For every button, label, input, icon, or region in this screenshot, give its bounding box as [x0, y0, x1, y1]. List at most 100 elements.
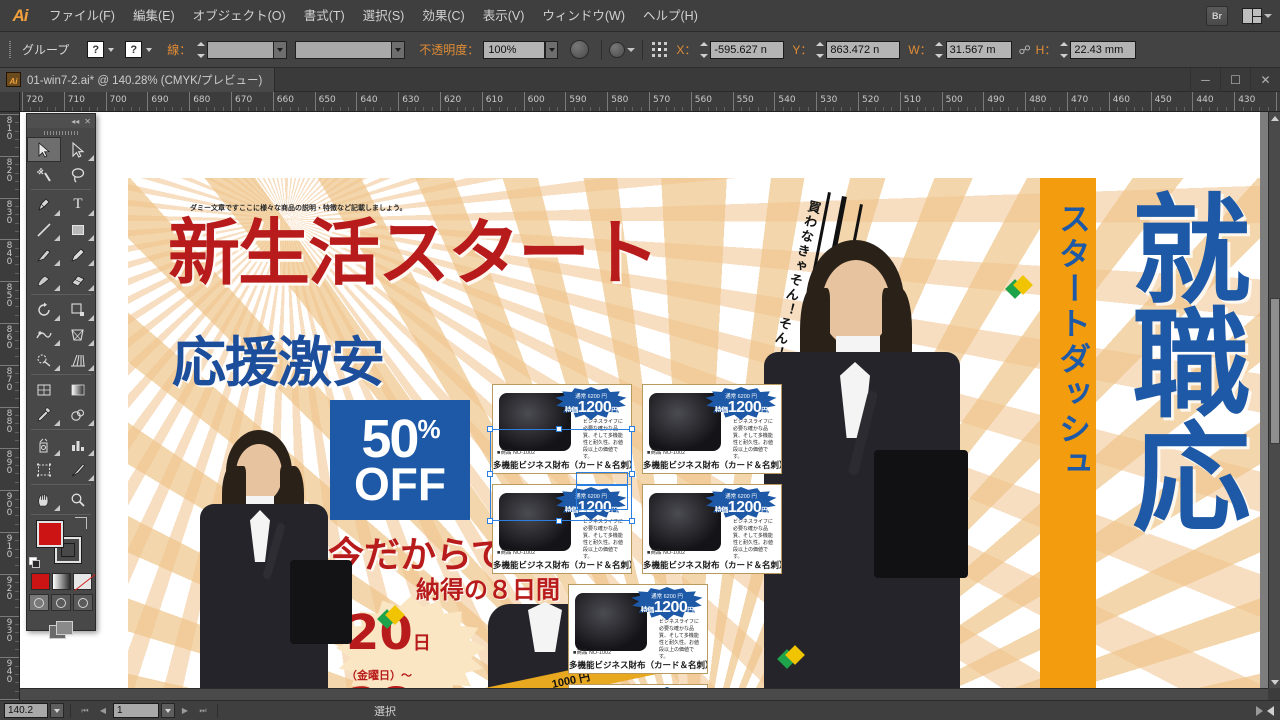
free-transform-tool[interactable]	[61, 322, 95, 347]
stroke-profile-chevron-down-icon[interactable]	[391, 41, 405, 58]
close-icon[interactable]: ✕	[1250, 67, 1280, 92]
product-card[interactable]: 通常 6200 円特価1200円ビジネスライフに必要な確かな品質、そして多機能性…	[492, 384, 632, 474]
zoom-chevron-down-icon[interactable]	[50, 703, 64, 718]
menu-select[interactable]: 選択(S)	[354, 0, 414, 32]
fill-color-swatch[interactable]	[36, 520, 64, 548]
rectangle-tool[interactable]	[61, 217, 95, 242]
lasso-tool[interactable]	[61, 162, 95, 187]
magic-wand-tool[interactable]	[27, 162, 61, 187]
maximize-icon[interactable]: ☐	[1220, 67, 1250, 92]
line-tool[interactable]	[27, 217, 61, 242]
scale-tool[interactable]	[61, 297, 95, 322]
horizontal-ruler[interactable]: 720 710 700 690 680 670 660 650 640 630 620 610 600 5…	[20, 92, 1280, 112]
pen-tool[interactable]	[27, 192, 61, 217]
selection-tool[interactable]	[27, 137, 61, 162]
scroll-down-arrow-icon[interactable]	[1269, 676, 1280, 688]
color-mode-color[interactable]	[30, 573, 50, 590]
tools-panel[interactable]: ◂◂ ✕ T	[26, 113, 96, 639]
next-page-icon[interactable]: ▶	[177, 703, 193, 718]
draw-inside-mode[interactable]	[73, 594, 93, 611]
swap-fill-stroke-icon[interactable]	[75, 517, 87, 529]
product-card[interactable]: 通常 6200 円特価1200円ビジネスライフに必要な確かな品質、そして多機能性…	[568, 584, 708, 674]
default-fill-stroke-icon[interactable]	[29, 557, 41, 569]
symbol-sprayer-tool[interactable]	[27, 432, 61, 457]
status-bar-arrows[interactable]	[1256, 705, 1280, 716]
draw-normal-mode[interactable]	[29, 594, 49, 611]
direct-selection-tool[interactable]	[61, 137, 95, 162]
opacity-mask-button[interactable]	[570, 40, 590, 59]
prev-page-icon[interactable]: ◀	[95, 703, 111, 718]
fill-stroke-controls[interactable]	[27, 517, 95, 571]
status-prev-icon[interactable]	[1267, 705, 1274, 716]
paintbrush-tool[interactable]	[27, 242, 61, 267]
zoom-level-input[interactable]: 140.2	[4, 703, 48, 718]
mesh-tool[interactable]	[27, 377, 61, 402]
collapse-panel-icon[interactable]: ◂◂	[71, 117, 79, 126]
perspective-grid-tool[interactable]	[61, 347, 95, 372]
color-mode-gradient[interactable]	[51, 573, 71, 590]
x-input[interactable]: -595.627 n	[710, 40, 785, 59]
vertical-scrollbar-thumb[interactable]	[1270, 298, 1280, 444]
gradient-tool[interactable]	[61, 377, 95, 402]
zoom-tool[interactable]	[61, 487, 95, 512]
tools-panel-grip[interactable]	[27, 128, 95, 137]
stroke-weight-stepper[interactable]	[195, 41, 206, 59]
tools-panel-header[interactable]: ◂◂ ✕	[27, 114, 95, 128]
bridge-button[interactable]: Br	[1206, 5, 1228, 26]
y-input[interactable]: 863.472 n	[826, 40, 901, 59]
screen-mode-button[interactable]	[27, 621, 95, 639]
page-chevron-down-icon[interactable]	[161, 703, 175, 718]
shape-builder-tool[interactable]	[27, 347, 61, 372]
artboard-tool[interactable]	[27, 457, 61, 482]
product-card[interactable]: 通常 6200 円特価1200円ビジネスライフに必要な確かな品質、そして多機能性…	[642, 484, 782, 574]
fill-swatch-chevron-down-icon[interactable]	[105, 41, 117, 58]
scroll-up-arrow-icon[interactable]	[1269, 112, 1280, 124]
stroke-profile-combo[interactable]	[295, 40, 406, 59]
w-stepper[interactable]	[934, 41, 945, 59]
type-tool[interactable]: T	[61, 192, 95, 217]
x-stepper[interactable]	[698, 41, 709, 59]
blend-tool[interactable]	[61, 402, 95, 427]
reference-point-selector[interactable]	[650, 40, 670, 60]
rotate-tool[interactable]	[27, 297, 61, 322]
fill-swatch[interactable]: ?	[87, 41, 105, 58]
column-graph-tool[interactable]	[61, 432, 95, 457]
link-proportions-icon[interactable]: ☍	[1018, 43, 1032, 57]
control-bar-grip[interactable]	[6, 40, 16, 60]
menu-effect[interactable]: 効果(C)	[413, 0, 473, 32]
stroke-swatch-chevron-down-icon[interactable]	[143, 41, 155, 58]
document-tab[interactable]: Ai 01-win7-2.ai* @ 140.28% (CMYK/プレビュー)	[0, 67, 276, 92]
vertical-scrollbar[interactable]	[1268, 112, 1280, 688]
last-page-icon[interactable]: ⏭	[195, 703, 211, 718]
opacity-input[interactable]: 100%	[483, 40, 546, 59]
slice-tool[interactable]	[61, 457, 95, 482]
ruler-corner[interactable]	[0, 92, 20, 112]
draw-behind-mode[interactable]	[51, 594, 71, 611]
close-panel-icon[interactable]: ✕	[84, 117, 91, 126]
menu-window[interactable]: ウィンドウ(W)	[533, 0, 634, 32]
page-number-input[interactable]: 1	[113, 703, 159, 718]
horizontal-scrollbar[interactable]	[20, 688, 1268, 700]
canvas-area[interactable]: ダミー文章ですここに様々な商品の説明・特徴など記載しましょう。 新生活スタート …	[20, 112, 1268, 700]
opacity-chevron-down-icon[interactable]	[545, 41, 558, 58]
warp-tool[interactable]	[27, 322, 61, 347]
product-card[interactable]: 通常 6200 円特価1200円ビジネスライフに必要な確かな品質、そして多機能性…	[492, 484, 632, 574]
h-input[interactable]: 22.43 mm	[1070, 40, 1137, 59]
menu-type[interactable]: 書式(T)	[295, 0, 354, 32]
status-next-icon[interactable]	[1256, 705, 1263, 716]
first-page-icon[interactable]: ⏮	[77, 703, 93, 718]
opacity-combo-button[interactable]	[544, 40, 559, 59]
menu-edit[interactable]: 編集(E)	[124, 0, 184, 32]
style-menu-button[interactable]	[609, 41, 636, 58]
menu-help[interactable]: ヘルプ(H)	[634, 0, 707, 32]
product-card[interactable]: 通常 6200 円特価1200円ビジネスライフに必要な確かな品質、そして多機能性…	[642, 384, 782, 474]
minimize-icon[interactable]: ─	[1190, 67, 1220, 92]
poster-artwork[interactable]: ダミー文章ですここに様々な商品の説明・特徴など記載しましょう。 新生活スタート …	[128, 178, 1260, 700]
menu-view[interactable]: 表示(V)	[474, 0, 534, 32]
stroke-weight-chevron-down-icon[interactable]	[273, 41, 287, 58]
workspace-switcher-button[interactable]	[1242, 6, 1272, 26]
menu-file[interactable]: ファイル(F)	[40, 0, 124, 32]
y-stepper[interactable]	[814, 41, 825, 59]
color-mode-none[interactable]	[72, 573, 92, 590]
eraser-tool[interactable]	[61, 267, 95, 292]
